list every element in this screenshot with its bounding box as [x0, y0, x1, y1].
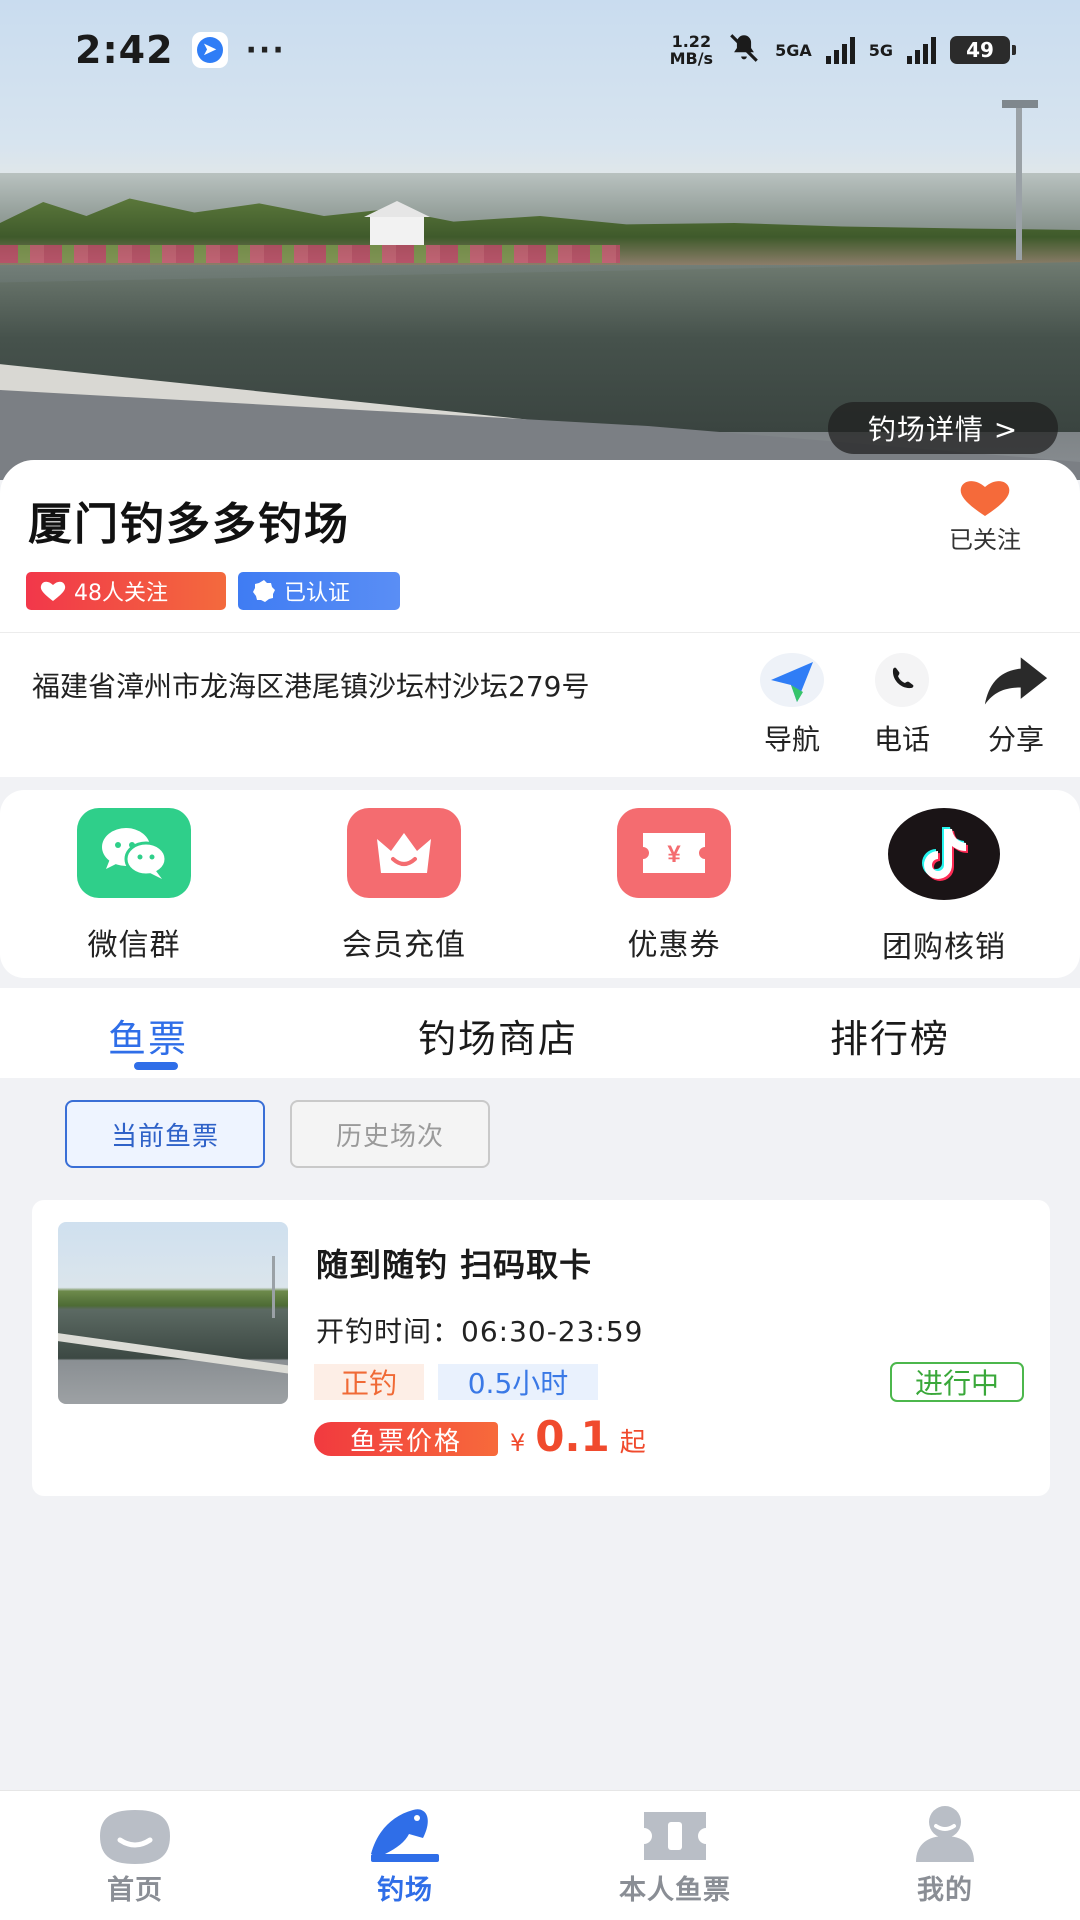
coupon-icon: ¥: [617, 808, 731, 898]
svg-text:¥: ¥: [667, 841, 681, 868]
subtab-current-tickets[interactable]: 当前鱼票: [65, 1100, 265, 1168]
crown-icon: [347, 808, 461, 898]
more-notifications-icon: ···: [245, 32, 286, 68]
tiktok-icon: [888, 808, 1000, 900]
follow-button[interactable]: 已关注: [930, 478, 1040, 555]
subtab-history-sessions[interactable]: 历史场次: [290, 1100, 490, 1168]
group-buy-redeem-button[interactable]: 团购核销: [854, 808, 1034, 966]
wechat-group-button[interactable]: 微信群: [44, 808, 224, 964]
certified-badge: 已认证: [238, 572, 400, 610]
network-speed: 1.22 MB/s: [669, 32, 714, 68]
fishing-venue-page: 2:42 ➤ ··· 1.22 MB/s 5GA 5G 49 钓场详情 > 厦门…: [0, 0, 1080, 1920]
ticket-title: 随到随钓 扫码取卡: [316, 1246, 593, 1284]
venue-badges: 48人关注 已认证: [26, 572, 400, 610]
status-bar: 2:42 ➤ ··· 1.22 MB/s 5GA 5G 49: [0, 0, 1080, 100]
coupon-button[interactable]: ¥ 优惠券: [584, 808, 764, 964]
tab-fish-ticket[interactable]: 鱼票: [108, 1008, 188, 1063]
navigate-button[interactable]: 导航: [742, 652, 842, 758]
fans-badge: 48人关注: [26, 572, 226, 610]
network-type-2: 5G: [868, 40, 893, 60]
nav-my-tickets[interactable]: 本人鱼票: [575, 1804, 775, 1907]
ticket-icon: [635, 1804, 715, 1866]
browser-app-icon: ➤: [191, 32, 228, 68]
wechat-icon: [77, 808, 191, 898]
follow-label: 已关注: [949, 526, 1021, 554]
share-button[interactable]: 分享: [966, 652, 1066, 758]
signal-2-icon: [907, 36, 936, 64]
ticket-thumbnail: [58, 1222, 288, 1404]
network-type-1: 5GA: [775, 40, 812, 60]
nav-profile[interactable]: 我的: [845, 1804, 1045, 1907]
ticket-hours: 开钓时间：06:30-23:59: [316, 1315, 644, 1348]
signal-1-icon: [825, 36, 855, 64]
heart-icon: [960, 481, 1010, 516]
navigation-icon: [759, 652, 825, 708]
clock: 2:42: [75, 28, 174, 72]
fishing-spot-icon: [365, 1804, 445, 1866]
fishing-mode-tag: 正钓: [314, 1364, 424, 1400]
heart-icon: [40, 581, 66, 601]
duration-tag: 0.5小时: [438, 1364, 598, 1400]
venue-address: 福建省漳州市龙海区港尾镇沙坛村沙坛279号: [32, 670, 590, 703]
phone-icon: [869, 652, 935, 708]
price-label: 鱼票价格: [314, 1422, 498, 1457]
verified-icon: [253, 580, 275, 602]
nav-home[interactable]: 首页: [35, 1804, 235, 1907]
active-tab-indicator: [134, 1062, 178, 1070]
tab-venue-shop[interactable]: 钓场商店: [418, 1008, 578, 1063]
member-recharge-button[interactable]: 会员充值: [314, 808, 494, 964]
profile-icon: [905, 1804, 985, 1866]
home-icon: [95, 1804, 175, 1866]
call-button[interactable]: 电话: [852, 652, 952, 758]
share-icon: [983, 652, 1049, 708]
venue-name: 厦门钓多多钓场: [28, 499, 350, 550]
battery-icon: 49: [950, 36, 1016, 64]
tab-leaderboard[interactable]: 排行榜: [830, 1008, 950, 1063]
status-badge: 进行中: [890, 1362, 1024, 1402]
venue-details-button[interactable]: 钓场详情 >: [828, 402, 1058, 454]
mute-icon: [727, 31, 761, 69]
nav-fishing-spot[interactable]: 钓场: [305, 1804, 505, 1907]
ticket-price: ¥ 0.1 起: [510, 1412, 646, 1461]
